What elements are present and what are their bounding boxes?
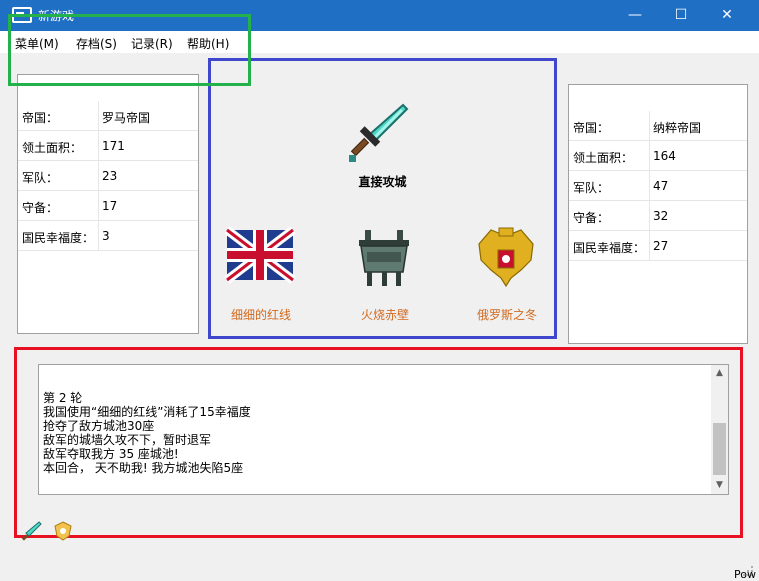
stat-key: 守备： — [22, 201, 59, 215]
stat-key: 军队： — [573, 181, 610, 195]
stat-row-garrison: 守备： 17 — [18, 191, 198, 221]
stat-value: 32 — [653, 209, 669, 223]
scroll-thumb[interactable] — [713, 423, 726, 475]
small-sword-icon[interactable] — [20, 520, 42, 542]
menu-highlight-box — [8, 14, 251, 86]
enemy-empire-panel: 帝国： 纳粹帝国 领土面积： 164 军队： 47 守备： 32 国民幸福度： … — [568, 84, 748, 344]
diamond-sword-icon[interactable] — [345, 101, 409, 165]
action-area: 直接攻城 细细的红线 火烧赤壁 俄罗斯之冬 — [208, 58, 557, 339]
stat-value: 罗马帝国 — [102, 111, 151, 125]
stat-key: 帝国： — [573, 121, 610, 135]
maximize-button[interactable]: ☐ — [658, 0, 704, 31]
stat-key: 国民幸福度： — [22, 231, 95, 245]
player-empire-panel: 帝国： 罗马帝国 领土面积： 171 军队： 23 守备： 17 国民幸福度： … — [17, 74, 199, 334]
stat-row-garrison: 守备： 32 — [569, 201, 747, 231]
stat-row-happiness: 国民幸福度： 3 — [18, 221, 198, 251]
stat-row-empire: 帝国： 纳粹帝国 — [569, 111, 747, 141]
log-line: 我国使用“细细的红线”消耗了15幸福度 — [43, 405, 251, 419]
minimize-button[interactable]: — — [612, 0, 658, 31]
union-jack-flag-icon — [225, 226, 295, 284]
bronze-ding-icon — [359, 230, 409, 286]
stat-value: 17 — [102, 199, 118, 213]
stat-row-empire: 帝国： 罗马帝国 — [18, 101, 198, 131]
card-label: 细细的红线 — [230, 308, 291, 322]
overflow-text: Pow — [734, 568, 756, 581]
stat-key: 帝国： — [22, 111, 59, 125]
scroll-up-arrow-icon[interactable]: ▲ — [711, 365, 728, 382]
stat-key: 领土面积： — [22, 141, 83, 155]
stat-row-territory: 领土面积： 171 — [18, 131, 198, 161]
stat-value: 171 — [102, 139, 125, 153]
scroll-down-arrow-icon[interactable]: ▼ — [711, 477, 728, 494]
log-scrollbar[interactable]: ▲ ▼ — [711, 365, 728, 494]
stat-value: 23 — [102, 169, 118, 183]
log-line: 本回合， 天不助我! 我方城池失陷5座 — [43, 461, 244, 475]
stat-value: 3 — [102, 229, 110, 243]
log-line: 敌军夺取我方 35 座城池! — [43, 447, 179, 461]
stat-value: 47 — [653, 179, 669, 193]
battle-log-lines: 第 2 轮 我国使用“细细的红线”消耗了15幸福度 抢夺了敌方城池30座 敌军的… — [43, 391, 251, 475]
direct-attack-label[interactable]: 直接攻城 — [211, 173, 554, 190]
russian-eagle-emblem-icon — [478, 227, 534, 288]
stat-value: 27 — [653, 239, 669, 253]
stat-row-territory: 领土面积： 164 — [569, 141, 747, 171]
stat-row-happiness: 国民幸福度： 27 — [569, 231, 747, 261]
log-line: 敌军的城墙久攻不下，暂时退军 — [43, 433, 212, 447]
stat-value: 164 — [653, 149, 676, 163]
stat-key: 军队： — [22, 171, 59, 185]
card-label: 俄罗斯之冬 — [476, 308, 537, 322]
log-line: 抢夺了敌方城池30座 — [43, 419, 155, 433]
battle-log-textbox[interactable]: 第 2 轮 我国使用“细细的红线”消耗了15幸福度 抢夺了敌方城池30座 敌军的… — [38, 364, 729, 495]
card-label: 火烧赤壁 — [360, 308, 409, 322]
stat-row-army: 军队： 47 — [569, 171, 747, 201]
close-button[interactable]: ✕ — [704, 0, 750, 31]
stat-key: 领土面积： — [573, 151, 634, 165]
stat-key: 守备： — [573, 211, 610, 225]
stat-key: 国民幸福度： — [573, 241, 646, 255]
shield-badge-icon[interactable] — [52, 520, 74, 542]
log-line: 第 2 轮 — [43, 391, 83, 405]
stat-value: 纳粹帝国 — [653, 121, 702, 135]
stat-row-army: 军队： 23 — [18, 161, 198, 191]
